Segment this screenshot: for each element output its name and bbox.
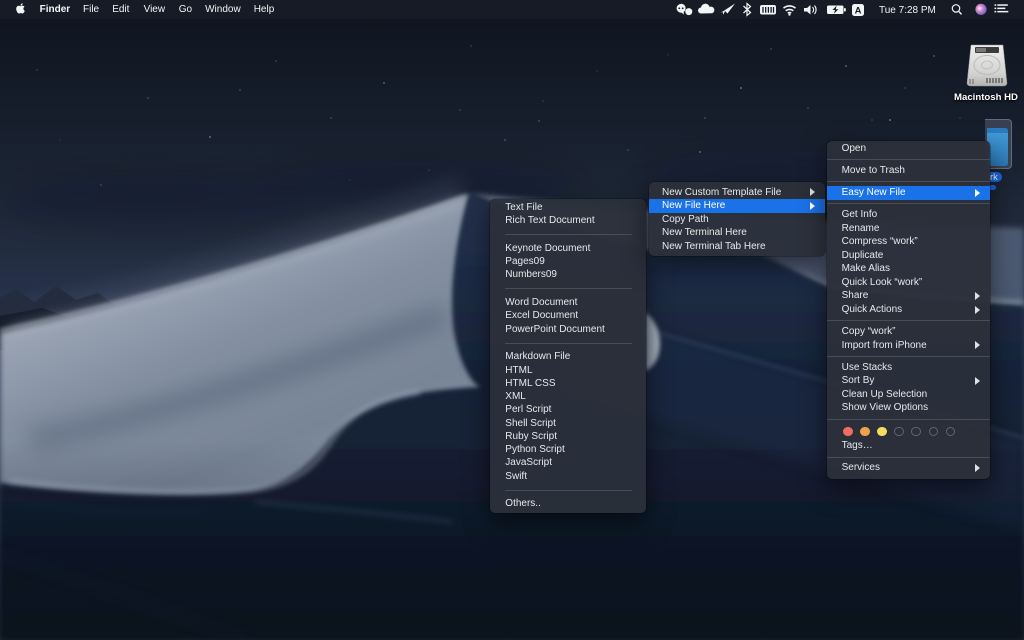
- svg-text:Tue 7:28 PM: Tue 7:28 PM: [879, 5, 936, 16]
- svg-text:A: A: [855, 5, 862, 16]
